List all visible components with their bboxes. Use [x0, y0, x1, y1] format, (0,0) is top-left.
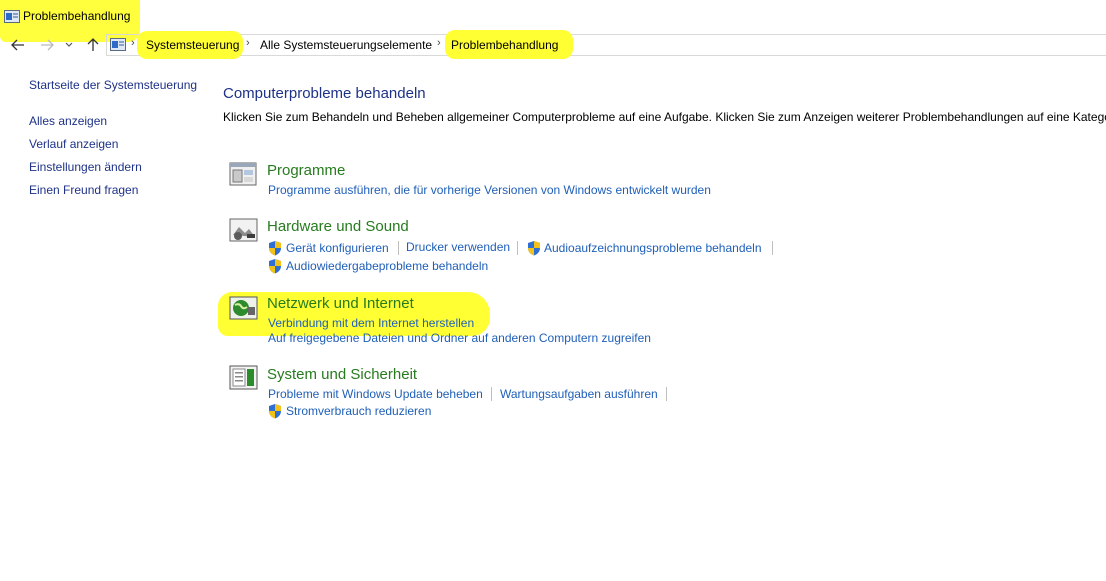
forward-button[interactable] — [37, 33, 57, 57]
hardware-sound-icon — [229, 218, 258, 242]
title-bar: Problembehandlung — [0, 0, 1106, 42]
link-windows-update[interactable]: Probleme mit Windows Update beheben — [268, 387, 483, 401]
control-panel-icon — [110, 38, 126, 51]
page-description: Klicken Sie zum Behandeln und Beheben al… — [223, 110, 1106, 124]
category-hardware-sound[interactable]: Hardware und Sound — [267, 218, 409, 235]
link-separator — [398, 241, 399, 255]
system-security-icon — [229, 365, 258, 390]
address-bar[interactable]: › Systemsteuerung › Alle Systemsteuerung… — [106, 30, 1106, 59]
link-audiowiedergabe[interactable]: Audiowiedergabeprobleme behandeln — [286, 259, 488, 273]
link-wartungsaufgaben[interactable]: Wartungsaufgaben ausführen — [500, 387, 658, 401]
navigation-bar: › Systemsteuerung › Alle Systemsteuerung… — [0, 30, 1106, 59]
uac-shield-icon — [269, 241, 281, 256]
breadcrumb-separator-icon: › — [246, 37, 250, 49]
network-globe-icon — [229, 296, 258, 320]
arrow-right-icon — [41, 39, 54, 51]
breadcrumb-alle-elemente[interactable]: Alle Systemsteuerungselemente — [260, 38, 432, 52]
link-separator — [491, 387, 492, 401]
recent-locations-button[interactable] — [62, 33, 76, 57]
link-programme-ausfuehren[interactable]: Programme ausführen, die für vorherige V… — [268, 183, 711, 197]
uac-shield-icon — [269, 404, 281, 419]
link-audioaufzeichnung[interactable]: Audioaufzeichnungsprobleme behandeln — [544, 241, 762, 255]
programs-icon — [229, 162, 257, 186]
breadcrumb-separator-icon: › — [131, 37, 135, 49]
back-button[interactable] — [8, 33, 28, 57]
link-internet-verbindung[interactable]: Verbindung mit dem Internet herstellen — [268, 316, 474, 330]
link-stromverbrauch[interactable]: Stromverbrauch reduzieren — [286, 404, 431, 418]
link-separator — [517, 241, 518, 255]
link-separator — [666, 387, 667, 401]
uac-shield-icon — [269, 259, 281, 274]
chevron-down-icon — [65, 42, 73, 47]
sidebar-item-home[interactable]: Startseite der Systemsteuerung — [29, 78, 197, 92]
sidebar-item-alles-anzeigen[interactable]: Alles anzeigen — [29, 114, 107, 128]
sidebar-item-verlauf-anzeigen[interactable]: Verlauf anzeigen — [29, 137, 118, 151]
category-system-sicherheit[interactable]: System und Sicherheit — [267, 366, 417, 383]
window-title: Problembehandlung — [23, 9, 131, 23]
troubleshooting-app-icon — [4, 10, 20, 23]
page-title: Computerprobleme behandeln — [223, 85, 426, 102]
sidebar-item-einstellungen-aendern[interactable]: Einstellungen ändern — [29, 160, 142, 174]
category-programme[interactable]: Programme — [267, 162, 345, 179]
link-geraet-konfigurieren[interactable]: Gerät konfigurieren — [286, 241, 389, 255]
breadcrumb-separator-icon: › — [437, 37, 441, 49]
uac-shield-icon — [528, 241, 540, 256]
up-button[interactable] — [83, 33, 103, 57]
sidebar-item-freund-fragen[interactable]: Einen Freund fragen — [29, 183, 138, 197]
arrow-left-icon — [11, 39, 24, 51]
breadcrumb-systemsteuerung[interactable]: Systemsteuerung — [146, 38, 239, 52]
breadcrumb-problembehandlung[interactable]: Problembehandlung — [451, 38, 558, 52]
category-netzwerk-internet[interactable]: Netzwerk und Internet — [267, 295, 414, 312]
link-separator — [772, 241, 773, 255]
link-freigegebene-dateien[interactable]: Auf freigegebene Dateien und Ordner auf … — [268, 331, 651, 345]
link-drucker-verwenden[interactable]: Drucker verwenden — [406, 240, 510, 254]
arrow-up-icon — [87, 38, 99, 51]
